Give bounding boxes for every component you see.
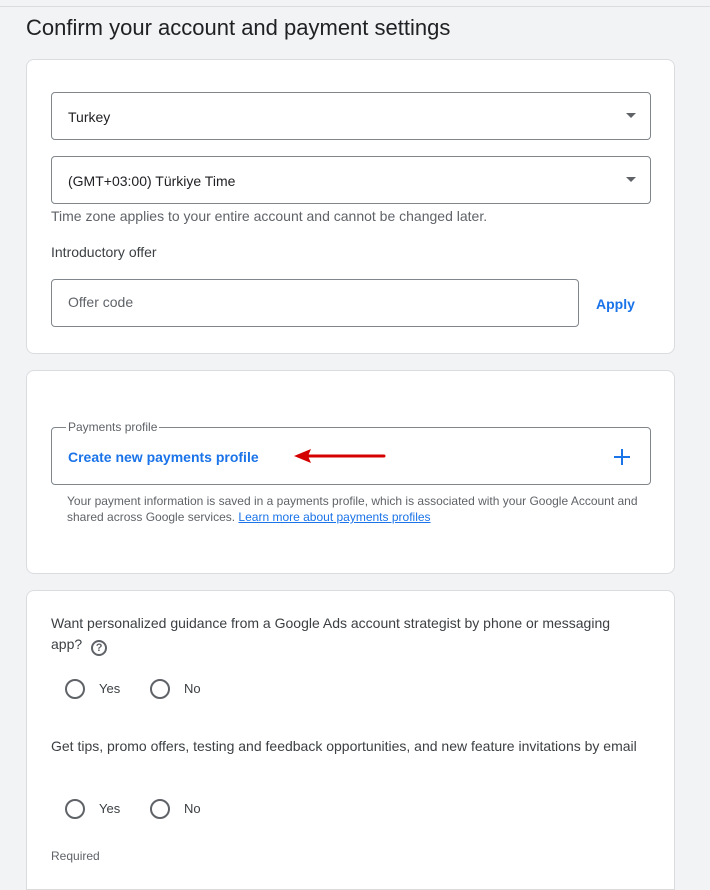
radio-label: Yes xyxy=(99,801,121,816)
timezone-select[interactable]: (GMT+03:00) Türkiye Time xyxy=(51,156,651,204)
radio-circle-icon xyxy=(150,679,170,699)
top-divider xyxy=(0,6,710,7)
payments-profile-card: Payments profile Create new payments pro… xyxy=(26,370,675,574)
email-tips-yes-radio[interactable]: Yes xyxy=(65,799,125,819)
strategist-no-radio[interactable]: No xyxy=(150,679,210,699)
radio-circle-icon xyxy=(65,799,85,819)
timezone-select-value: (GMT+03:00) Türkiye Time xyxy=(68,173,236,189)
preferences-card: Want personalized guidance from a Google… xyxy=(26,590,675,890)
create-payments-profile-button[interactable]: Payments profile Create new payments pro… xyxy=(51,420,651,485)
country-select-value: Turkey xyxy=(68,109,111,125)
learn-more-payments-link[interactable]: Learn more about payments profiles xyxy=(238,510,430,524)
strategist-yes-radio[interactable]: Yes xyxy=(65,679,125,699)
help-circle-icon[interactable]: ? xyxy=(91,640,108,656)
caret-down-icon xyxy=(626,177,636,182)
red-arrow-annotation xyxy=(294,449,386,463)
radio-circle-icon xyxy=(65,679,85,699)
apply-button[interactable]: Apply xyxy=(596,295,635,313)
radio-label: No xyxy=(184,801,201,816)
strategist-question: Want personalized guidance from a Google… xyxy=(51,613,641,656)
create-payments-profile-label: Create new payments profile xyxy=(68,449,259,465)
email-tips-question: Get tips, promo offers, testing and feed… xyxy=(51,738,637,754)
payments-profile-legend: Payments profile xyxy=(66,420,160,434)
radio-circle-icon xyxy=(150,799,170,819)
caret-down-icon xyxy=(626,113,636,118)
offer-code-input[interactable] xyxy=(68,294,558,310)
strategist-question-text: Want personalized guidance from a Google… xyxy=(51,615,611,652)
payments-info-text: Your payment information is saved in a p… xyxy=(67,493,657,525)
email-tips-no-radio[interactable]: No xyxy=(150,799,210,819)
page-title: Confirm your account and payment setting… xyxy=(26,15,451,40)
introductory-offer-label: Introductory offer xyxy=(51,244,157,260)
radio-label: No xyxy=(184,681,201,696)
radio-label: Yes xyxy=(99,681,121,696)
country-select[interactable]: Turkey xyxy=(51,92,651,140)
offer-code-field xyxy=(51,279,579,327)
required-label: Required xyxy=(51,849,100,863)
timezone-hint: Time zone applies to your entire account… xyxy=(51,208,488,224)
plus-icon[interactable] xyxy=(612,447,632,467)
account-settings-card: Turkey (GMT+03:00) Türkiye Time Time zon… xyxy=(26,59,675,354)
